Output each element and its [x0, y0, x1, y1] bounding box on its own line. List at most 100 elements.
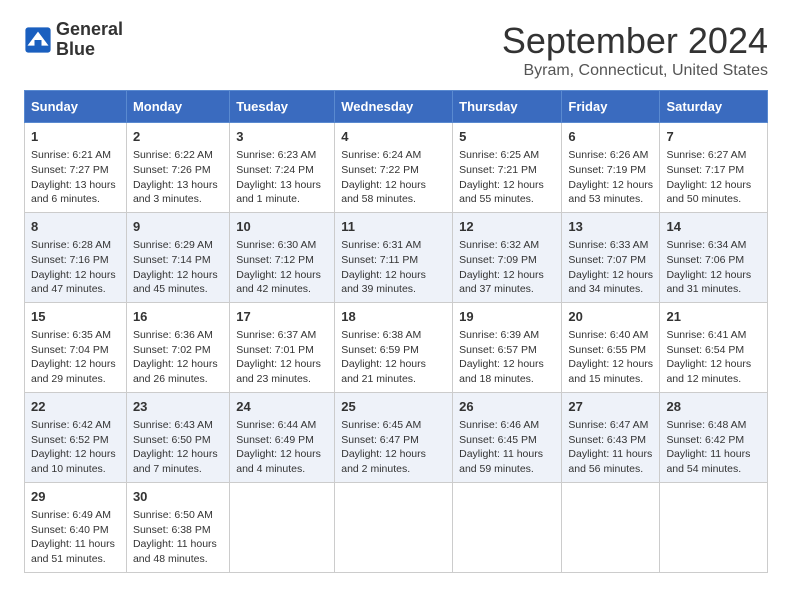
day-number: 21 — [666, 308, 761, 326]
day-number: 13 — [568, 218, 653, 236]
day-info: Sunrise: 6:23 AM — [236, 148, 328, 163]
day-info: Daylight: 12 hours and 55 minutes. — [459, 178, 555, 207]
day-info: Sunrise: 6:32 AM — [459, 238, 555, 253]
day-number: 26 — [459, 398, 555, 416]
calendar-cell: 6Sunrise: 6:26 AMSunset: 7:19 PMDaylight… — [562, 123, 660, 213]
day-info: Daylight: 12 hours and 31 minutes. — [666, 268, 761, 297]
calendar-cell: 11Sunrise: 6:31 AMSunset: 7:11 PMDayligh… — [335, 212, 453, 302]
calendar-cell: 10Sunrise: 6:30 AMSunset: 7:12 PMDayligh… — [230, 212, 335, 302]
day-number: 5 — [459, 128, 555, 146]
day-info: Daylight: 12 hours and 50 minutes. — [666, 178, 761, 207]
calendar-cell — [230, 482, 335, 572]
day-number: 1 — [31, 128, 120, 146]
calendar-cell: 17Sunrise: 6:37 AMSunset: 7:01 PMDayligh… — [230, 302, 335, 392]
calendar-cell: 9Sunrise: 6:29 AMSunset: 7:14 PMDaylight… — [126, 212, 229, 302]
day-number: 7 — [666, 128, 761, 146]
day-number: 28 — [666, 398, 761, 416]
day-info: Sunrise: 6:43 AM — [133, 418, 223, 433]
day-info: Sunrise: 6:21 AM — [31, 148, 120, 163]
day-info: Daylight: 12 hours and 2 minutes. — [341, 447, 446, 476]
day-info: Sunset: 6:47 PM — [341, 433, 446, 448]
day-info: Sunrise: 6:47 AM — [568, 418, 653, 433]
day-info: Sunset: 6:42 PM — [666, 433, 761, 448]
calendar-cell — [562, 482, 660, 572]
day-info: Sunrise: 6:24 AM — [341, 148, 446, 163]
calendar-cell: 18 Sunrise: 6:38 AMSunset: 6:59 PMDayligh… — [335, 302, 453, 392]
day-number: 29 — [31, 488, 120, 506]
day-info: Sunrise: 6:38 AM — [341, 328, 446, 343]
day-info: Sunset: 7:17 PM — [666, 163, 761, 178]
day-number: 16 — [133, 308, 223, 326]
day-number: 10 — [236, 218, 328, 236]
day-info: Sunset: 7:26 PM — [133, 163, 223, 178]
day-info: Sunset: 7:06 PM — [666, 253, 761, 268]
day-number: 27 — [568, 398, 653, 416]
day-info: Sunrise: 6:36 AM — [133, 328, 223, 343]
day-info: Sunset: 7:09 PM — [459, 253, 555, 268]
day-info: Sunset: 6:57 PM — [459, 343, 555, 358]
calendar-cell: 2Sunrise: 6:22 AMSunset: 7:26 PMDaylight… — [126, 123, 229, 213]
day-info: Daylight: 12 hours and 10 minutes. — [31, 447, 120, 476]
calendar-cell: 12Sunrise: 6:32 AMSunset: 7:09 PMDayligh… — [453, 212, 562, 302]
logo: General Blue — [24, 20, 123, 60]
day-number: 23 — [133, 398, 223, 416]
day-info: Sunset: 6:49 PM — [236, 433, 328, 448]
day-info: Daylight: 12 hours and 29 minutes. — [31, 357, 120, 386]
day-info: Daylight: 13 hours and 6 minutes. — [31, 178, 120, 207]
day-info: Daylight: 12 hours and 23 minutes. — [236, 357, 328, 386]
day-number: 24 — [236, 398, 328, 416]
calendar-cell: 3Sunrise: 6:23 AMSunset: 7:24 PMDaylight… — [230, 123, 335, 213]
day-number: 20 — [568, 308, 653, 326]
calendar-cell: 24Sunrise: 6:44 AMSunset: 6:49 PMDayligh… — [230, 392, 335, 482]
calendar-cell — [335, 482, 453, 572]
day-number: 9 — [133, 218, 223, 236]
day-number: 30 — [133, 488, 223, 506]
day-info: Sunrise: 6:25 AM — [459, 148, 555, 163]
day-info: Sunset: 7:07 PM — [568, 253, 653, 268]
calendar-cell: 22Sunrise: 6:42 AMSunset: 6:52 PMDayligh… — [25, 392, 127, 482]
day-info: Daylight: 12 hours and 42 minutes. — [236, 268, 328, 297]
day-info: Sunrise: 6:26 AM — [568, 148, 653, 163]
calendar-cell: 26Sunrise: 6:46 AMSunset: 6:45 PMDayligh… — [453, 392, 562, 482]
day-info: Daylight: 11 hours and 54 minutes. — [666, 447, 761, 476]
day-info: Sunset: 7:22 PM — [341, 163, 446, 178]
day-number: 12 — [459, 218, 555, 236]
location-title: Byram, Connecticut, United States — [502, 62, 768, 80]
calendar-cell: 29Sunrise: 6:49 AMSunset: 6:40 PMDayligh… — [25, 482, 127, 572]
calendar-cell: 23Sunrise: 6:43 AMSunset: 6:50 PMDayligh… — [126, 392, 229, 482]
title-area: September 2024 Byram, Connecticut, Unite… — [502, 20, 768, 80]
day-number: 11 — [341, 218, 446, 236]
calendar-cell: 15Sunrise: 6:35 AMSunset: 7:04 PMDayligh… — [25, 302, 127, 392]
day-info: Daylight: 11 hours and 51 minutes. — [31, 537, 120, 566]
header: General Blue September 2024 Byram, Conne… — [24, 20, 768, 80]
day-info: Sunrise: 6:30 AM — [236, 238, 328, 253]
day-info: Sunrise: 6:41 AM — [666, 328, 761, 343]
day-number: 22 — [31, 398, 120, 416]
day-info: Daylight: 12 hours and 21 minutes. — [341, 357, 446, 386]
weekday-header-thursday: Thursday — [453, 91, 562, 123]
day-info: Sunset: 7:04 PM — [31, 343, 120, 358]
weekday-header-friday: Friday — [562, 91, 660, 123]
day-info: Daylight: 12 hours and 53 minutes. — [568, 178, 653, 207]
day-number: 25 — [341, 398, 446, 416]
day-number: 18 — [341, 308, 446, 326]
calendar-cell: 7Sunrise: 6:27 AMSunset: 7:17 PMDaylight… — [660, 123, 768, 213]
day-info: Sunset: 6:43 PM — [568, 433, 653, 448]
weekday-header-saturday: Saturday — [660, 91, 768, 123]
day-info: Sunset: 7:14 PM — [133, 253, 223, 268]
day-info: Daylight: 12 hours and 12 minutes. — [666, 357, 761, 386]
weekday-header-wednesday: Wednesday — [335, 91, 453, 123]
day-info: Sunrise: 6:31 AM — [341, 238, 446, 253]
day-info: Sunrise: 6:45 AM — [341, 418, 446, 433]
day-number: 17 — [236, 308, 328, 326]
day-info: Daylight: 12 hours and 18 minutes. — [459, 357, 555, 386]
calendar-cell: 21 Sunrise: 6:41 AMSunset: 6:54 PMDayligh… — [660, 302, 768, 392]
day-info: Sunset: 6:54 PM — [666, 343, 761, 358]
calendar-cell: 19Sunrise: 6:39 AMSunset: 6:57 PMDayligh… — [453, 302, 562, 392]
day-info: Daylight: 11 hours and 59 minutes. — [459, 447, 555, 476]
day-number: 4 — [341, 128, 446, 146]
day-info: Daylight: 12 hours and 47 minutes. — [31, 268, 120, 297]
weekday-header-monday: Monday — [126, 91, 229, 123]
day-info: Sunset: 6:59 PM — [341, 343, 446, 358]
day-info: Sunrise: 6:29 AM — [133, 238, 223, 253]
